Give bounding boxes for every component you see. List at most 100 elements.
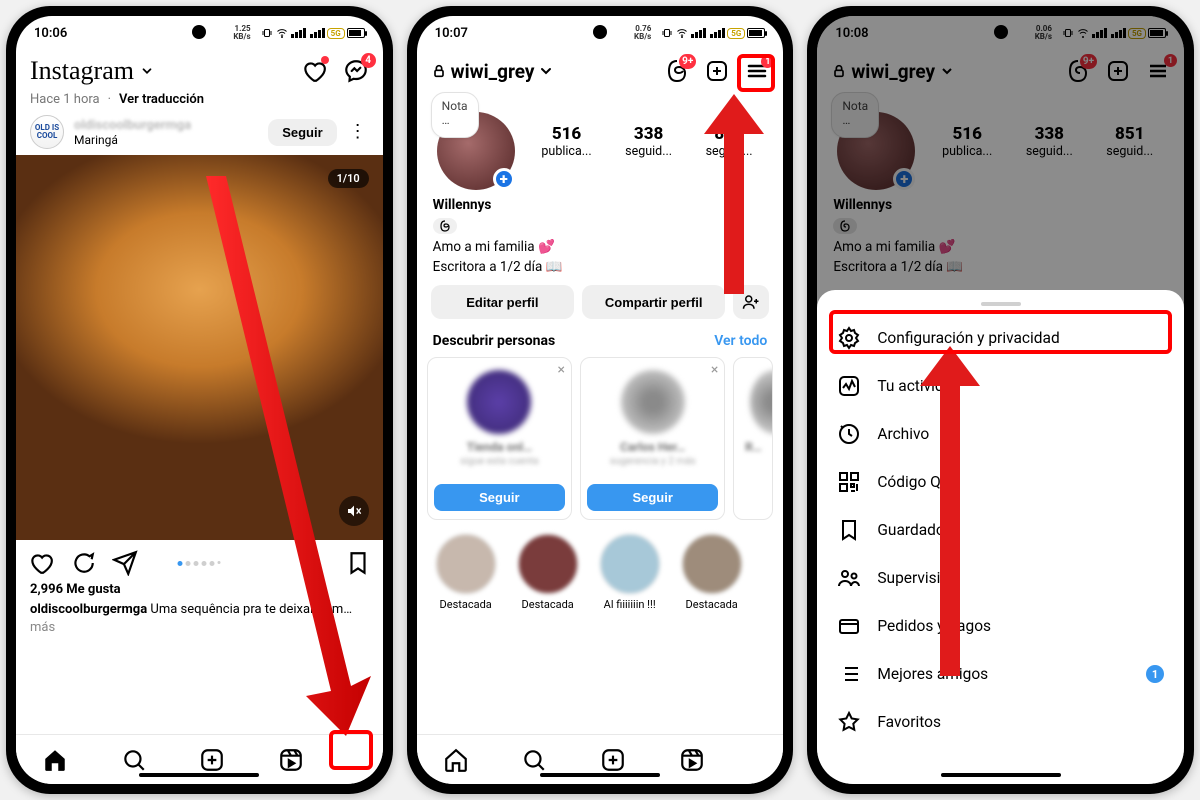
highlight-item[interactable]: Destacada	[677, 534, 747, 611]
menu-saved[interactable]: Guardado	[817, 506, 1184, 554]
supervision-icon	[837, 566, 861, 590]
app-header: Instagram 4	[16, 50, 383, 92]
card-icon	[837, 614, 861, 638]
reels-icon	[278, 747, 304, 773]
highlight-item[interactable]: Destacada	[513, 534, 583, 611]
instagram-logo[interactable]: Instagram	[30, 56, 154, 86]
highlights-strip[interactable]: Destacada Destacada Al fiiiiiiin !!! Des…	[417, 528, 784, 613]
comment-button[interactable]	[70, 550, 96, 576]
stat-followers[interactable]: 338seguid...	[625, 124, 672, 159]
threads-badge: 9+	[679, 54, 696, 69]
tab-create[interactable]	[600, 747, 626, 773]
messages-button[interactable]: 4	[343, 58, 369, 84]
post-image[interactable]: 1/10	[16, 155, 383, 540]
post-sub-header: Hace 1 hora · Ver traducción	[16, 92, 383, 107]
battery-icon	[747, 28, 765, 38]
discover-people-button[interactable]	[733, 285, 769, 319]
close-icon[interactable]: ×	[558, 362, 565, 378]
archive-icon	[837, 422, 861, 446]
camera-cutout	[192, 25, 206, 39]
tab-home[interactable]	[42, 747, 68, 773]
post-author-name[interactable]: oldiscoolburgermga	[74, 118, 191, 133]
follow-button[interactable]: Seguir	[268, 119, 336, 146]
menu-supervision[interactable]: Supervisión	[817, 554, 1184, 602]
chevron-down-icon	[140, 64, 154, 78]
highlight-item[interactable]: Al fiiiiiiin !!!	[595, 534, 665, 611]
menu-favorites[interactable]: Favoritos	[817, 698, 1184, 746]
wifi-icon	[675, 27, 689, 39]
signal-icon	[710, 28, 725, 38]
phone-2: 10:07 0.76 KB/s 5G wiwi_grey	[407, 6, 794, 794]
add-story-icon: +	[493, 168, 515, 190]
note-bubble[interactable]: Nota …	[431, 92, 479, 138]
notifications-button[interactable]	[301, 58, 327, 84]
search-icon	[121, 747, 147, 773]
home-indicator[interactable]	[139, 773, 259, 777]
plus-square-icon	[600, 747, 626, 773]
mute-button[interactable]	[339, 496, 369, 526]
stat-posts[interactable]: 516publica...	[541, 124, 591, 159]
share-button[interactable]	[112, 550, 138, 576]
menu-close-friends[interactable]: Mejores amigos 1	[817, 650, 1184, 698]
tab-search[interactable]	[121, 747, 147, 773]
home-indicator[interactable]	[540, 773, 660, 777]
discover-card[interactable]: ×Carlos Her…sugerencia y 2 másSeguir	[580, 357, 725, 520]
menu-activity[interactable]: Tu actividad	[817, 362, 1184, 410]
menu-settings-privacy[interactable]: Configuración y privacidad	[817, 314, 1184, 362]
carousel-counter: 1/10	[328, 169, 369, 188]
translate-link[interactable]: Ver traducción	[119, 92, 204, 107]
signal-2-icon	[310, 28, 325, 38]
list-star-icon	[837, 662, 861, 686]
like-button[interactable]	[28, 550, 54, 576]
menu-orders-payments[interactable]: Pedidos y pagos	[817, 602, 1184, 650]
post-location[interactable]: Maringá	[74, 133, 191, 147]
stat-following[interactable]: 851seguid...	[706, 124, 753, 159]
home-indicator[interactable]	[941, 773, 1061, 777]
discover-strip[interactable]: ×Tienda onl…sigue esta cuentaSeguir ×Car…	[417, 357, 784, 528]
bookmark-icon	[837, 518, 861, 542]
tab-reels[interactable]	[679, 747, 705, 773]
menu-button[interactable]: 1	[745, 59, 769, 83]
lock-icon	[431, 63, 447, 79]
sheet-grabber[interactable]	[981, 302, 1021, 306]
menu-qr[interactable]: Código QR	[817, 458, 1184, 506]
bookmark-icon	[345, 550, 371, 576]
threads-handle-badge[interactable]	[433, 218, 457, 234]
messages-badge: 4	[361, 53, 376, 68]
follow-card-button[interactable]: Seguir	[434, 484, 565, 511]
follow-card-button[interactable]: Seguir	[587, 484, 718, 511]
home-icon	[443, 747, 469, 773]
save-button[interactable]	[345, 550, 371, 576]
star-icon	[837, 710, 861, 734]
menu-item-badge: 1	[1146, 665, 1164, 683]
threads-icon	[439, 220, 451, 232]
likes-count[interactable]: 2,996 Me gusta	[16, 580, 383, 599]
battery-icon	[347, 28, 365, 38]
post-more-button[interactable]: ⋮	[347, 123, 369, 141]
edit-profile-button[interactable]: Editar perfil	[431, 285, 574, 319]
plus-square-icon	[199, 747, 225, 773]
caption-more[interactable]: más	[30, 620, 55, 635]
discover-card[interactable]: R…	[733, 357, 773, 520]
comment-icon	[70, 550, 96, 576]
post-image-content	[16, 155, 383, 540]
signal-icon	[691, 28, 706, 38]
share-profile-button[interactable]: Compartir perfil	[582, 285, 725, 319]
caption-author[interactable]: oldiscoolburgermga	[30, 602, 147, 617]
threads-button[interactable]: 9+	[665, 59, 689, 83]
post-author-avatar[interactable]: OLD IS COOL	[30, 115, 64, 149]
tab-create[interactable]	[199, 747, 225, 773]
highlight-item[interactable]: Destacada	[431, 534, 501, 611]
username-dropdown[interactable]: wiwi_grey	[431, 60, 555, 83]
tab-search[interactable]	[521, 747, 547, 773]
tab-reels[interactable]	[278, 747, 304, 773]
tab-home[interactable]	[443, 747, 469, 773]
notifications-dot	[321, 56, 329, 64]
create-button[interactable]	[705, 59, 729, 83]
menu-archive[interactable]: Archivo	[817, 410, 1184, 458]
discover-card[interactable]: ×Tienda onl…sigue esta cuentaSeguir	[427, 357, 572, 520]
close-icon[interactable]: ×	[711, 362, 718, 378]
camera-cutout	[593, 25, 607, 39]
phone-3: 10:08 0.06 KB/s 5G wiwi_grey 9+ 1	[807, 6, 1194, 794]
discover-see-all-link[interactable]: Ver todo	[714, 333, 767, 349]
